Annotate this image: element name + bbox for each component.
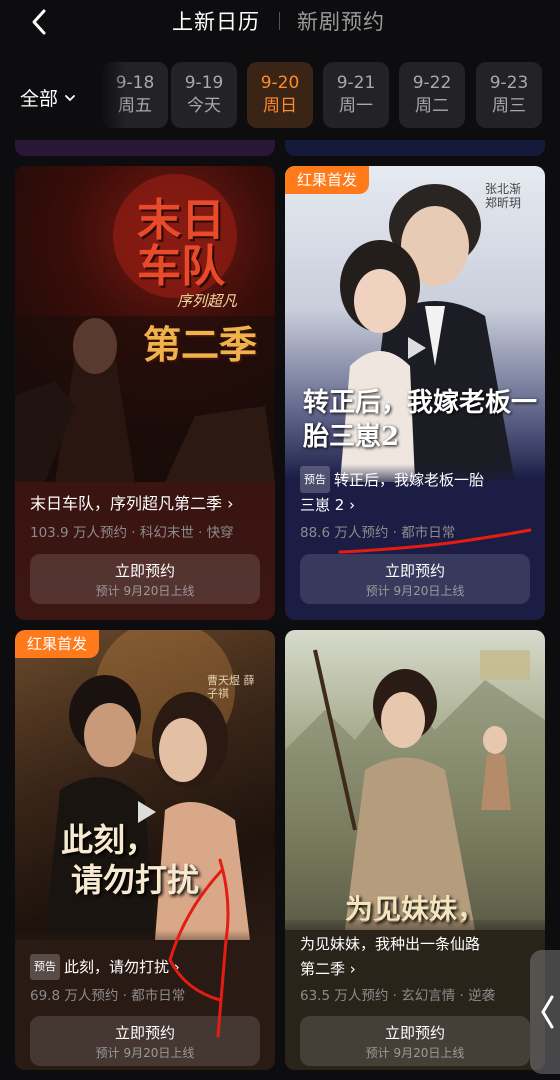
reserve-button[interactable]: 立即预约 预计 9月20日上线 [30, 554, 260, 604]
reserve-button[interactable]: 立即预约 预计 9月20日上线 [300, 1016, 530, 1066]
play-icon[interactable] [398, 331, 432, 365]
poster-title-line: 末日 [137, 195, 225, 246]
poster-title-line: 此刻， [61, 821, 158, 859]
date-label: 9-22 [412, 73, 452, 93]
release-date-hint: 预计 9月20日上线 [95, 584, 195, 598]
release-date-hint: 预计 9月20日上线 [95, 1046, 195, 1060]
chevron-down-icon [65, 94, 75, 101]
drama-title[interactable]: 预告 转正后，我嫁老板一胎 三崽 2 › [300, 466, 538, 518]
reservation-meta: 103.9 万人预约 · 科幻末世 · 快穿 [30, 525, 234, 541]
reservation-meta: 63.5 万人预约 · 玄幻言情 · 逆袭 [300, 988, 496, 1004]
date-selector: 全部 9-18 周五 9-19 今天 9-20 周日 9-21 周一 9-22 … [0, 62, 560, 130]
chevron-left-icon [541, 995, 554, 1029]
card-info: 预告 转正后，我嫁老板一胎 三崽 2 › 88.6 万人预约 · 都市日常 立即预… [285, 464, 545, 620]
drama-title-line: 三崽 2 › [300, 496, 356, 514]
drama-card[interactable]: 红果首发 曹天煜 薛子祺 此刻， 请勿打扰 预告 此刻，请勿打扰 › 69.8 万… [15, 630, 275, 1070]
exclusive-badge: 红果首发 [285, 166, 370, 194]
weekday-label: 周日 [263, 96, 297, 116]
poster-season: 第二季 [143, 322, 258, 367]
poster-title-line: 车队 [137, 241, 225, 292]
top-bar: 上新日历 新剧预约 [0, 0, 560, 44]
back-button[interactable] [24, 6, 56, 38]
drama-title-line: 转正后，我嫁老板一胎 [334, 471, 485, 489]
drama-title[interactable]: 预告 此刻，请勿打扰 › [30, 954, 268, 980]
previous-card-edge [285, 140, 545, 156]
date-label: 9-19 [184, 73, 224, 93]
poster-title: 此刻， 请勿打扰 [61, 820, 199, 900]
previous-card-edge [15, 140, 275, 156]
filter-label: 全部 [20, 88, 59, 110]
drama-title-line: 为见妹妹，我种出一条仙路 [300, 935, 481, 953]
poster-subtitle: 序列超凡 [177, 292, 238, 310]
tab-release-calendar[interactable]: 上新日历 [172, 6, 260, 36]
side-drawer-handle[interactable] [530, 950, 560, 1074]
drama-poster: 红果首发 曹天煜 薛子祺 此刻， 请勿打扰 [15, 630, 275, 940]
reserve-button-label: 立即预约 [114, 1024, 175, 1042]
poster-title: 末日 车队 [137, 198, 225, 290]
exclusive-badge: 红果首发 [15, 630, 100, 658]
drama-card[interactable]: 末日 车队 序列超凡 第二季 末日车队，序列超凡第二季 › 103.9 万人预约… [15, 166, 275, 620]
scroll-fade [100, 62, 126, 128]
trailer-tag: 预告 [30, 954, 60, 980]
poster-title-line: 请勿打扰 [71, 861, 200, 899]
weekday-label: 周三 [492, 96, 526, 116]
weekday-label: 周一 [339, 96, 373, 116]
poster-art [285, 649, 545, 930]
reserve-button-label: 立即预约 [114, 562, 175, 580]
drama-poster: 红果首发 张北渐 郑昕玥 转正后，我嫁老板一胎三崽2 [285, 166, 545, 482]
category-filter[interactable]: 全部 [20, 84, 76, 111]
drama-card[interactable]: 红果首发 张北渐 郑昕玥 转正后，我嫁老板一胎三崽2 预告 转正后，我嫁老板一胎 … [285, 166, 545, 620]
date-chip[interactable]: 9-21 周一 [323, 62, 389, 128]
drama-title[interactable]: 为见妹妹，我种出一条仙路 第二季 › [300, 932, 538, 982]
reservation-meta: 88.6 万人预约 · 都市日常 [300, 525, 456, 541]
release-date-hint: 预计 9月20日上线 [365, 584, 465, 598]
date-chip[interactable]: 9-22 周二 [399, 62, 465, 128]
date-chip[interactable]: 9-19 今天 [171, 62, 237, 128]
drama-title-line: 第二季 › [300, 960, 356, 978]
date-label: 9-21 [336, 73, 376, 93]
chevron-left-icon [32, 9, 46, 35]
weekday-label: 今天 [187, 96, 221, 116]
drama-title[interactable]: 末日车队，序列超凡第二季 › [30, 492, 268, 516]
card-info: 为见妹妹，我种出一条仙路 第二季 › 63.5 万人预约 · 玄幻言情 · 逆袭… [285, 920, 545, 1070]
reserve-button[interactable]: 立即预约 预计 9月20日上线 [300, 554, 530, 604]
card-info: 预告 此刻，请勿打扰 › 69.8 万人预约 · 都市日常 立即预约 预计 9月2… [15, 930, 275, 1070]
tab-divider [279, 12, 280, 30]
drama-title-line: 此刻，请勿打扰 › [64, 958, 180, 976]
poster-cast: 曹天煜 薛子祺 [207, 674, 255, 700]
date-chip-selected[interactable]: 9-20 周日 [247, 62, 313, 128]
weekday-label: 周二 [415, 96, 449, 116]
poster-cast: 张北渐 郑昕玥 [485, 182, 522, 210]
drama-card[interactable]: 为见妹妹， 为见妹妹，我种出一条仙路 第二季 › 63.5 万人预约 · 玄幻言… [285, 630, 545, 1070]
reserve-button-label: 立即预约 [384, 1024, 445, 1042]
poster-title: 转正后，我嫁老板一胎三崽2 [303, 388, 538, 452]
date-label: 9-23 [489, 73, 529, 93]
drama-poster: 为见妹妹， [285, 630, 545, 930]
date-chip[interactable]: 9-23 周三 [476, 62, 542, 128]
drama-poster: 末日 车队 序列超凡 第二季 [15, 166, 275, 486]
release-date-hint: 预计 9月20日上线 [365, 1046, 465, 1060]
card-info: 末日车队，序列超凡第二季 › 103.9 万人预约 · 科幻末世 · 快穿 立即… [15, 482, 275, 620]
reserve-button-label: 立即预约 [384, 562, 445, 580]
reservation-meta: 69.8 万人预约 · 都市日常 [30, 988, 186, 1004]
trailer-tag: 预告 [300, 466, 330, 493]
reserve-button[interactable]: 立即预约 预计 9月20日上线 [30, 1016, 260, 1066]
tab-new-drama-reservation[interactable]: 新剧预约 [297, 6, 385, 36]
date-label: 9-20 [260, 73, 300, 93]
